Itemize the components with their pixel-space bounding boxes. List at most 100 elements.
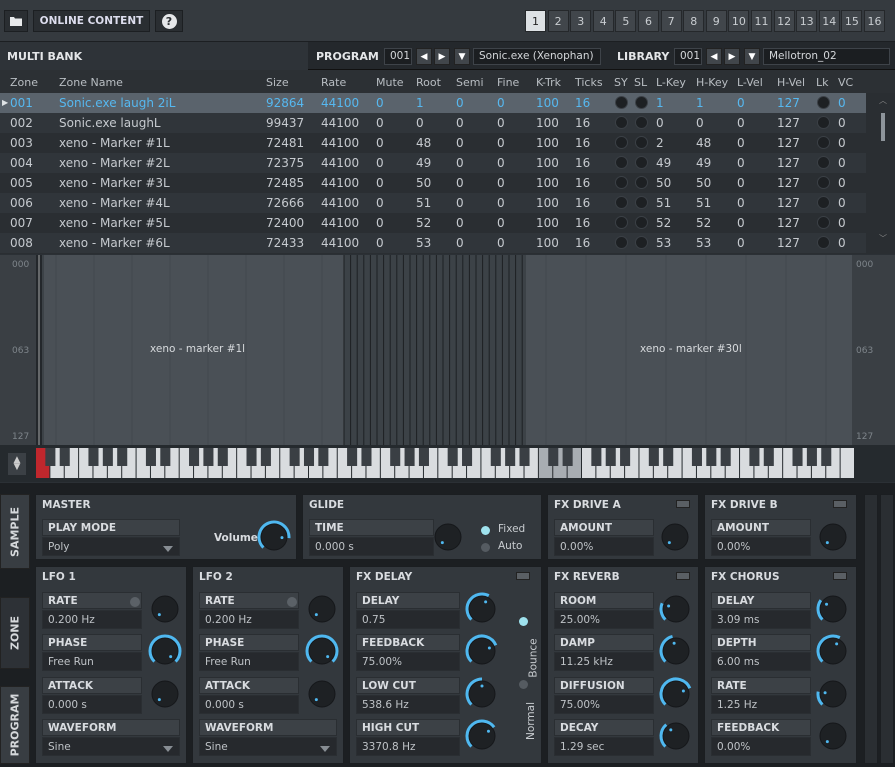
table-cell-root[interactable]: 52 [416,216,431,230]
checkbox-toggle[interactable] [817,236,830,249]
chorus-rate-knob[interactable] [816,677,850,711]
keyboard[interactable]: ▲ ▼ [0,445,895,482]
column-header[interactable]: H-Vel [777,76,805,89]
lfo1-rate-value[interactable]: 0.200 Hz [42,610,142,629]
table-row[interactable]: 004 xeno - Marker #2L 72375 44100 0 49 0 0 100 16… [0,153,866,173]
delay-feedback-control[interactable]: FEEDBACK 75.00% [356,634,460,674]
table-cell-size[interactable]: 72433 [266,236,304,250]
table-cell-rate[interactable]: 44100 [321,96,359,110]
checkbox-toggle[interactable] [635,176,648,189]
checkbox-toggle[interactable] [817,176,830,189]
bank-button-9[interactable]: 9 [705,10,727,32]
fixed-radio[interactable] [481,526,490,535]
table-cell-hkey[interactable]: 51 [696,196,711,210]
table-cell-zone[interactable]: 008 [10,236,33,250]
lfo1-sync-led[interactable] [130,597,140,607]
table-cell-ktrk[interactable]: 100 [536,156,559,170]
table-cell-ktrk[interactable]: 100 [536,96,559,110]
table-cell-hvel[interactable]: 127 [777,136,800,150]
table-cell-name[interactable]: xeno - Marker #3L [59,176,170,190]
auto-radio[interactable] [481,543,490,552]
program-name-field[interactable]: Sonic.exe (Xenophan) [473,48,601,65]
table-cell-hkey[interactable]: 1 [696,96,704,110]
bank-button-8[interactable]: 8 [683,10,705,32]
help-button[interactable]: ? [155,10,183,32]
chorus-rate-control[interactable]: RATE 1.25 Hz [711,677,811,717]
table-cell-root[interactable]: 53 [416,236,431,250]
table-cell-name[interactable]: xeno - Marker #2L [59,156,170,170]
glide-time-control[interactable]: TIME 0.000 s [309,519,434,559]
tab-sample[interactable]: SAMPLE [0,494,30,569]
table-cell-size[interactable]: 72400 [266,216,304,230]
lfo2-phase-value[interactable]: Free Run [199,652,299,671]
table-cell-vc[interactable]: 0 [838,116,846,130]
lfo1-waveform-select[interactable]: Sine [42,737,180,756]
table-cell-name[interactable]: xeno - Marker #1L [59,136,170,150]
table-cell-mute[interactable]: 0 [376,196,384,210]
table-cell-semi[interactable]: 0 [456,116,464,130]
table-cell-zone[interactable]: 004 [10,156,33,170]
table-cell-fine[interactable]: 0 [497,236,505,250]
drive-a-amount-knob[interactable] [658,520,692,554]
lfo1-attack-control[interactable]: ATTACK 0.000 s [42,677,142,717]
table-cell-lkey[interactable]: 0 [656,116,664,130]
table-cell-lvel[interactable]: 0 [737,116,745,130]
table-cell-zone[interactable]: 001 [10,96,33,110]
fx-reverb-toggle[interactable] [676,572,690,580]
lfo2-waveform-control[interactable]: WAVEFORM Sine [199,719,337,759]
lfo1-phase-value[interactable]: Free Run [42,652,142,671]
table-cell-hkey[interactable]: 49 [696,156,711,170]
bank-button-6[interactable]: 6 [638,10,659,32]
delay-feedback-knob[interactable] [465,634,499,668]
bank-button-3[interactable]: 3 [570,10,592,32]
checkbox-toggle[interactable] [817,96,830,109]
program-number-field[interactable]: 001 [384,48,412,65]
checkbox-toggle[interactable] [817,116,830,129]
column-header[interactable]: VC [838,76,853,89]
table-cell-fine[interactable]: 0 [497,136,505,150]
column-header[interactable]: Fine [497,76,519,89]
drive-b-amount-value[interactable]: 0.00% [711,537,811,556]
lfo1-phase-knob[interactable] [148,634,182,668]
table-cell-rate[interactable]: 44100 [321,196,359,210]
low-cut-knob[interactable] [465,677,499,711]
lfo2-phase-knob[interactable] [305,634,339,668]
lfo2-rate-value[interactable]: 0.200 Hz [199,610,299,629]
scroll-down-icon[interactable]: ﹀ [879,233,887,244]
column-header[interactable]: Zone Name [59,76,123,89]
program-dropdown-button[interactable]: ▼ [454,48,470,65]
drive-b-amount-control[interactable]: AMOUNT 0.00% [711,519,811,559]
column-header[interactable]: K-Trk [536,76,561,89]
online-content-button[interactable]: ONLINE CONTENT [33,10,150,32]
table-cell-vc[interactable]: 0 [838,156,846,170]
table-row[interactable]: 007 xeno - Marker #5L 72400 44100 0 52 0 0 100 16… [0,213,866,233]
table-cell-name[interactable]: Sonic.exe laughL [59,116,161,130]
table-cell-ktrk[interactable]: 100 [536,196,559,210]
bounce-radio[interactable] [519,617,528,626]
table-cell-ktrk[interactable]: 100 [536,236,559,250]
lfo1-attack-value[interactable]: 0.000 s [42,695,142,714]
chorus-rate-value[interactable]: 1.25 Hz [711,695,811,714]
table-cell-semi[interactable]: 0 [456,236,464,250]
table-cell-lvel[interactable]: 0 [737,156,745,170]
table-cell-lvel[interactable]: 0 [737,136,745,150]
bank-button-13[interactable]: 13 [796,10,818,32]
checkbox-toggle[interactable] [615,116,628,129]
reverb-diffusion-control[interactable]: DIFFUSION 75.00% [554,677,654,717]
table-row[interactable]: 003 xeno - Marker #1L 72481 44100 0 48 0 0 100 16… [0,133,866,153]
lfo2-phase-control[interactable]: PHASE Free Run [199,634,299,674]
table-cell-vc[interactable]: 0 [838,96,846,110]
checkbox-toggle[interactable] [635,136,648,149]
table-cell-ticks[interactable]: 16 [575,96,590,110]
table-cell-rate[interactable]: 44100 [321,136,359,150]
glide-time-value[interactable]: 0.000 s [309,537,434,556]
high-cut-knob[interactable] [465,719,499,753]
table-cell-root[interactable]: 49 [416,156,431,170]
column-header[interactable]: SY [614,76,628,89]
table-cell-rate[interactable]: 44100 [321,176,359,190]
bank-button-4[interactable]: 4 [592,10,614,32]
table-cell-root[interactable]: 48 [416,136,431,150]
tab-program[interactable]: PROGRAM [0,686,30,764]
checkbox-toggle[interactable] [635,216,648,229]
checkbox-toggle[interactable] [635,236,648,249]
